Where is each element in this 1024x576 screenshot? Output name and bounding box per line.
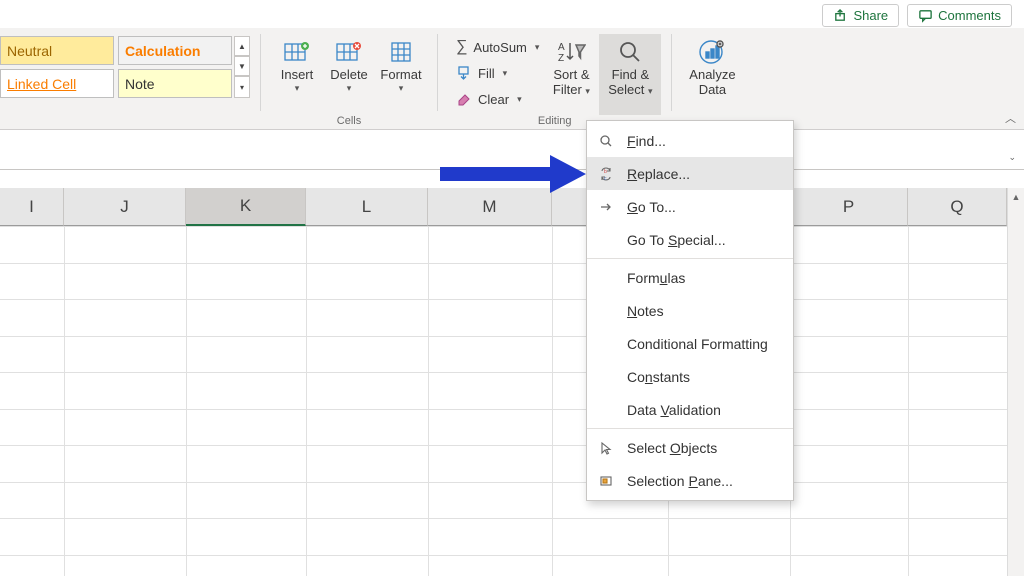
insert-cells-icon [283,38,311,66]
caret-down-icon: ▾ [648,86,653,96]
menu-find[interactable]: Find... [587,124,793,157]
style-neutral[interactable]: Neutral [0,36,114,65]
collapse-ribbon-button[interactable]: ︿ [1005,110,1016,126]
clear-button[interactable]: Clear ▾ [452,86,543,112]
menu-replace[interactable]: bc Replace... [587,157,793,190]
svg-text:b: b [604,169,607,175]
share-label: Share [853,8,888,23]
menu-notes[interactable]: Notes [587,294,793,327]
group-label-editing: Editing [538,115,572,129]
caret-down-icon: ▾ [535,42,540,53]
caret-down-icon: ▾ [517,94,522,105]
format-button[interactable]: Format ▾ [375,34,427,115]
column-header-J[interactable]: J [64,188,186,226]
menu-select-objects[interactable]: Select Objects [587,431,793,464]
menu-data-validation[interactable]: Data Validation [587,393,793,426]
formula-bar-expand[interactable]: ⌄ [1008,152,1016,163]
cell-grid[interactable] [0,226,1007,576]
menu-goto-special[interactable]: Go To Special... [587,223,793,256]
caret-down-icon: ▾ [399,83,404,94]
style-linked-cell[interactable]: Linked Cell [0,69,114,98]
magnifier-icon [617,38,643,66]
style-calculation[interactable]: Calculation [118,36,232,65]
column-header-Q[interactable]: Q [908,188,1007,226]
ribbon: Neutral Calculation Linked Cell Note ▲ ▼… [0,28,1024,130]
fill-button[interactable]: Fill ▾ [452,60,543,86]
group-label-cells: Cells [337,115,361,129]
caret-down-icon: ▾ [295,83,300,94]
menu-conditional-formatting[interactable]: Conditional Formatting [587,327,793,360]
cell-styles-gallery: Neutral Calculation Linked Cell Note ▲ ▼… [0,28,250,98]
sort-filter-button[interactable]: AZ Sort & Filter ▾ [543,34,599,115]
selection-pane-icon [597,474,615,488]
format-cells-icon [389,38,413,66]
analyze-data-button[interactable]: Analyze Data [682,34,742,115]
scroll-up-button[interactable]: ▲ [1008,188,1024,205]
cursor-icon [597,441,615,455]
comment-icon [918,8,933,23]
menu-selection-pane[interactable]: Selection Pane... [587,464,793,497]
column-header-M[interactable]: M [428,188,552,226]
sort-filter-icon: AZ [556,38,586,66]
svg-text:Z: Z [558,53,564,64]
styles-scroll-up[interactable]: ▲ [234,36,250,56]
autosum-button[interactable]: ∑ AutoSum ▾ [452,34,543,60]
comments-label: Comments [938,8,1001,23]
analyze-icon [698,38,726,66]
ribbon-group-editing: ∑ AutoSum ▾ Fill ▾ Clear ▾ AZ [448,28,661,129]
eraser-icon [456,91,472,107]
find-select-menu: Find... bc Replace... Go To... Go To Spe… [586,120,794,501]
insert-button[interactable]: Insert ▾ [271,34,323,115]
share-icon [833,8,848,23]
caret-down-icon: ▾ [347,83,352,94]
vertical-scrollbar[interactable]: ▲ [1007,188,1024,576]
column-header-L[interactable]: L [306,188,428,226]
replace-icon: bc [597,167,615,181]
column-header-P[interactable]: P [790,188,908,226]
menu-formulas[interactable]: Formulas [587,261,793,294]
comments-button[interactable]: Comments [907,4,1012,27]
delete-cells-icon [335,38,363,66]
delete-button[interactable]: Delete ▾ [323,34,375,115]
column-header-K[interactable]: K [186,188,306,226]
share-button[interactable]: Share [822,4,899,27]
ribbon-group-cells: Insert ▾ Delete ▾ Format ▾ Cells [271,28,427,129]
search-icon [597,134,615,148]
sigma-icon: ∑ [456,38,467,56]
caret-down-icon: ▾ [585,86,590,96]
column-headers: IJKLMNOPQ [0,188,1007,226]
column-header-I[interactable]: I [0,188,64,226]
caret-down-icon: ▾ [503,68,508,79]
find-select-button[interactable]: Find & Select ▾ [599,34,661,115]
styles-scroll-down[interactable]: ▼ [234,56,250,76]
menu-goto[interactable]: Go To... [587,190,793,223]
fill-down-icon [456,65,472,81]
style-note[interactable]: Note [118,69,232,98]
styles-more[interactable]: ▾ [234,76,250,98]
goto-icon [597,200,615,214]
ribbon-group-analysis: Analyze Data [682,28,742,129]
svg-text:A: A [558,42,565,53]
menu-constants[interactable]: Constants [587,360,793,393]
formula-bar[interactable]: ⌄ [0,146,1024,170]
